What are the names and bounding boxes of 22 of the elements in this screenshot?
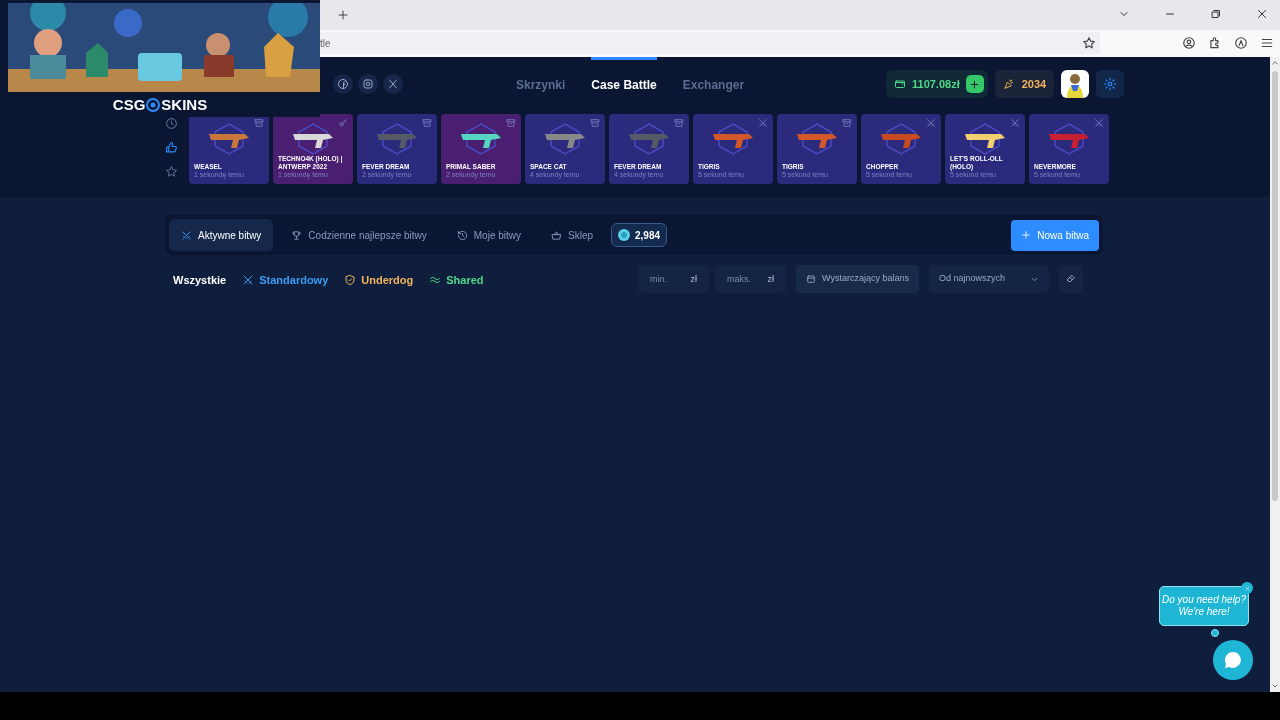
- balance-filter-toggle[interactable]: Wystarczający balans: [796, 265, 919, 293]
- mode-filter[interactable]: Wszystkie: [173, 272, 227, 289]
- logo-text: SKINS: [161, 95, 208, 115]
- logo-text: CSG: [112, 95, 146, 115]
- battle-tab[interactable]: Moje bitwy: [444, 219, 533, 251]
- battle-tab[interactable]: Codzienne najlepsze bitwy: [279, 219, 439, 251]
- mode-filter[interactable]: Underdog: [344, 272, 414, 289]
- help-text: Do you need help?: [1162, 594, 1246, 606]
- battle-tab[interactable]: Aktywne bitwy: [169, 219, 274, 251]
- currency-label: zł: [767, 273, 774, 285]
- help-text: We're here!: [1178, 606, 1230, 618]
- balance-panel[interactable]: 1107.08zł: [886, 70, 988, 98]
- battle-tab[interactable]: Sklep: [539, 219, 606, 251]
- points-amount: 2034: [1021, 76, 1047, 92]
- sort-dropdown[interactable]: Od najnowszych: [928, 265, 1049, 293]
- currency-label: zł: [690, 273, 697, 285]
- nav-link[interactable]: Case Battle: [591, 57, 657, 113]
- address-text: tle: [320, 36, 331, 51]
- balance-amount: 1107.08zł: [912, 76, 960, 92]
- mode-filter[interactable]: Standardowy: [242, 272, 329, 289]
- mode-filter[interactable]: Shared: [429, 272, 484, 289]
- coin-amount: 2,984: [635, 228, 661, 243]
